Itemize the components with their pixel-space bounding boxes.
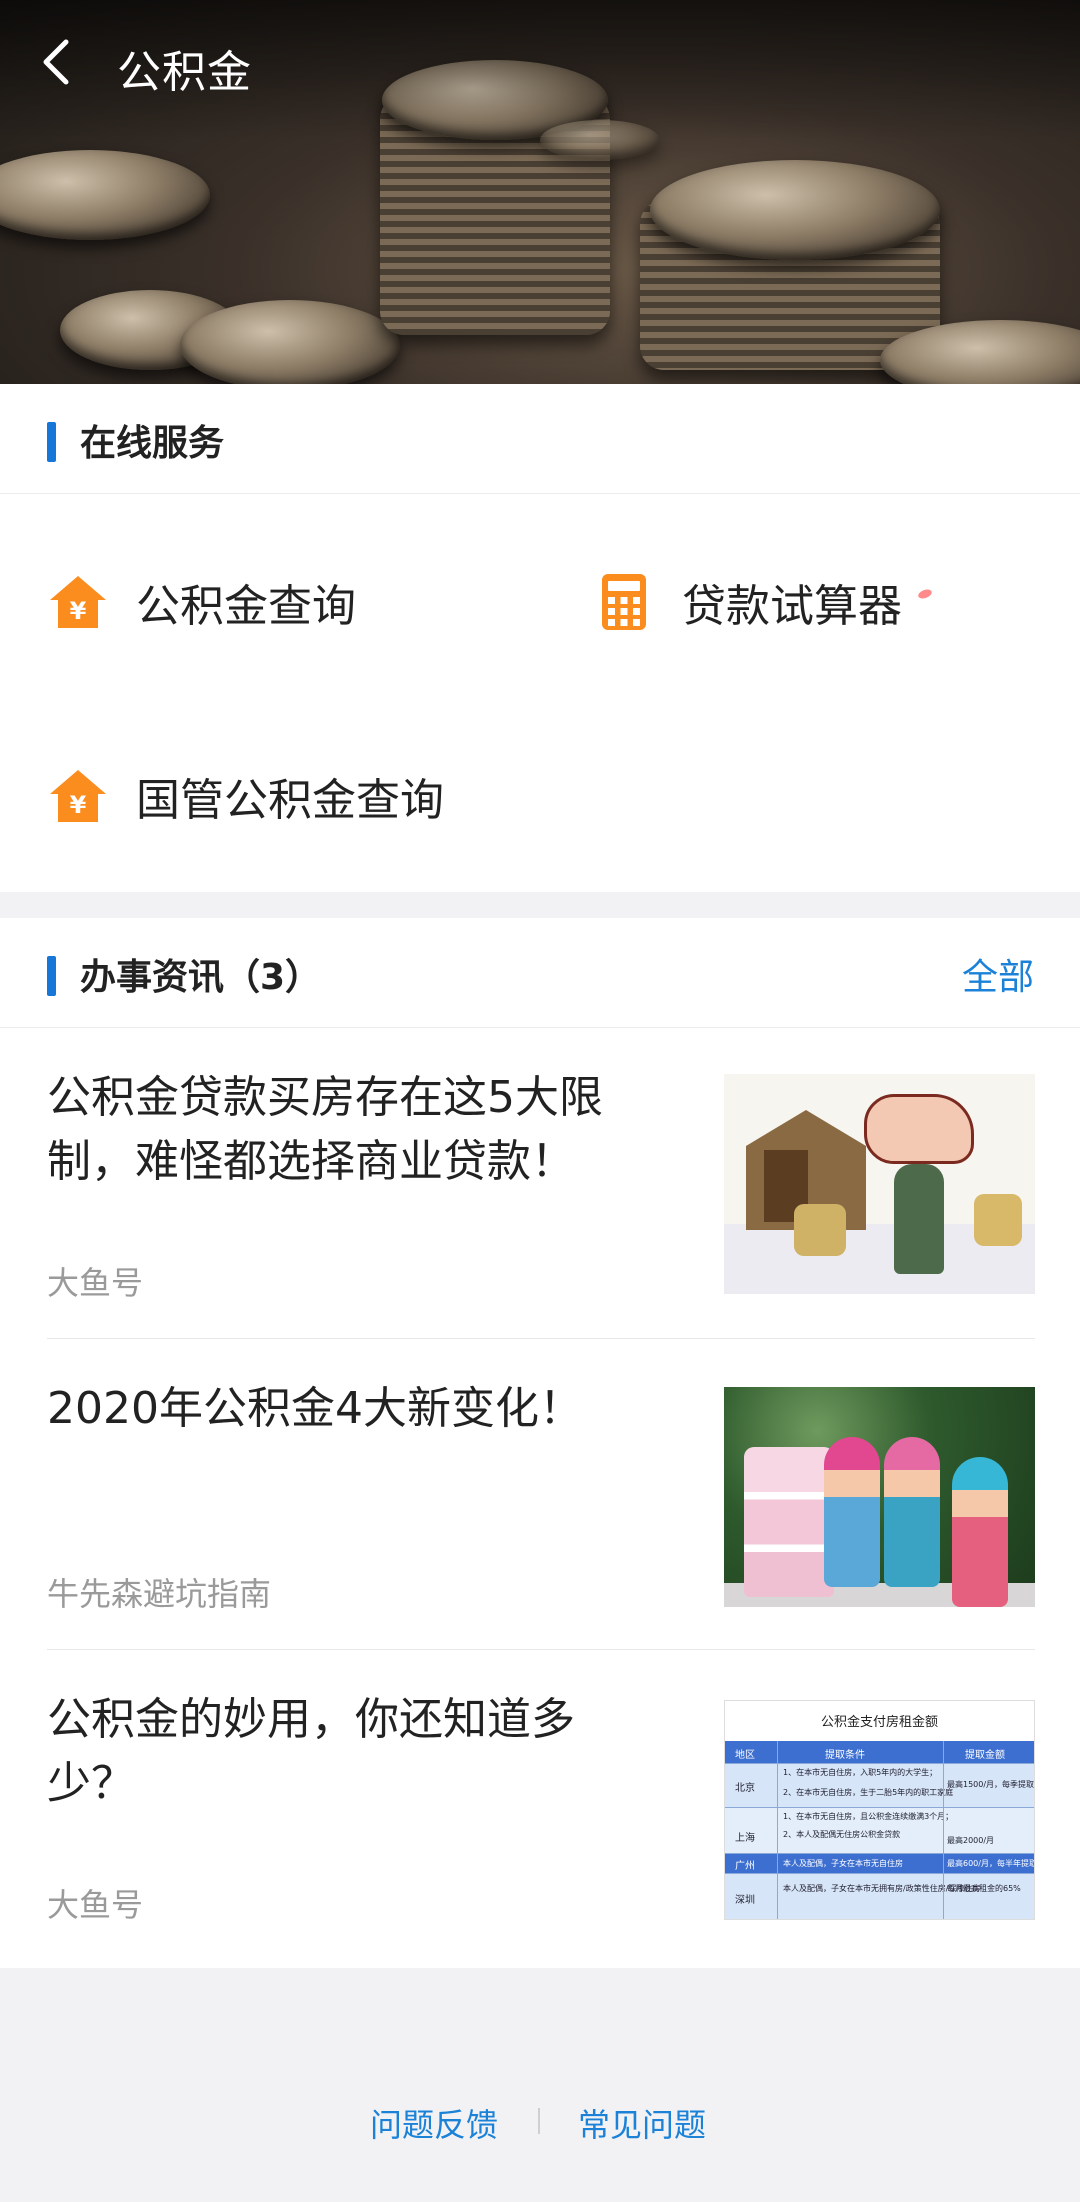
service-label: 国管公积金查询: [136, 775, 444, 826]
service-loan-calculator[interactable]: 贷款试算器: [594, 570, 902, 634]
section-header: 在线服务: [0, 384, 1080, 494]
news-source: 大鱼号: [47, 1886, 144, 1924]
thumb-cell: 1、在本市无自住房，且公积金连续缴满3个月；: [783, 1812, 954, 1821]
thumb-cell: 本人及配偶，子女在本市无自住房: [783, 1859, 903, 1868]
thumb-cell: 1、在本市无自住房，入职5年内的大学生；: [783, 1768, 938, 1777]
coin-image: [180, 300, 400, 384]
header-banner: 公积金: [0, 0, 1080, 384]
service-housing-fund-query[interactable]: ¥ 公积金查询: [48, 570, 356, 634]
thumb-cell: 每月最高租金的65%: [947, 1884, 1021, 1893]
thumb-cell: 北京: [735, 1783, 755, 1794]
news-thumbnail: [724, 1387, 1035, 1607]
news-thumbnail: [724, 1074, 1035, 1294]
section-title: 办事资讯（3）: [80, 957, 322, 998]
news-item[interactable]: 公积金贷款买房存在这5大限制，难怪都选择商业贷款！ 大鱼号: [0, 1028, 1080, 1338]
footer-divider: [538, 2108, 540, 2134]
news-source: 大鱼号: [47, 1264, 144, 1302]
news-title: 公积金贷款买房存在这5大限制，难怪都选择商业贷款！: [47, 1072, 603, 1187]
thumb-cell: 最高2000/月: [947, 1836, 995, 1845]
thumb-cell: 2、本人及配偶无住房公积金贷款: [783, 1830, 901, 1839]
svg-text:¥: ¥: [70, 791, 87, 819]
thumb-cell: 最高600/月，每半年提取: [947, 1859, 1035, 1868]
thumb-header: 提取条件: [825, 1750, 865, 1761]
news-item[interactable]: 2020年公积金4大新变化！ 牛先森避坑指南: [0, 1339, 1080, 1649]
faq-link[interactable]: 常见问题: [578, 2100, 706, 2146]
online-services-section: 在线服务 ¥ 公积金查询 贷款试算器 ¥ 国管公积金查询: [0, 384, 1080, 892]
back-button[interactable]: [36, 34, 80, 90]
thumb-cell: 2、在本市无自住房，生于二胎5年内的职工家庭: [783, 1788, 954, 1797]
calculator-icon: [602, 574, 646, 630]
thumb-cell: 深圳: [735, 1895, 755, 1906]
thumb-cell: 最高1500/月，每季提取: [947, 1780, 1035, 1789]
feedback-link[interactable]: 问题反馈: [370, 2100, 498, 2146]
news-section: 办事资讯（3） 全部 公积金贷款买房存在这5大限制，难怪都选择商业贷款！ 大鱼号…: [0, 918, 1080, 1968]
page-title: 公积金: [117, 47, 252, 98]
house-yen-icon: ¥: [50, 576, 106, 628]
service-label: 公积金查询: [136, 581, 356, 632]
house-yen-icon: ¥: [50, 770, 106, 822]
section-header: 办事资讯（3） 全部: [0, 918, 1080, 1028]
view-all-link[interactable]: 全部: [962, 948, 1034, 1000]
section-accent-bar: [47, 956, 56, 996]
thumb-caption: 公积金支付房租金额: [820, 1715, 938, 1730]
chevron-left-icon: [43, 39, 69, 85]
service-label: 贷款试算器: [682, 581, 902, 632]
coin-image: [650, 160, 940, 260]
section-accent-bar: [47, 422, 56, 462]
news-title: 2020年公积金4大新变化！: [47, 1383, 583, 1434]
thumb-header: 提取金额: [965, 1750, 1005, 1761]
coin-image: [0, 150, 210, 240]
news-item[interactable]: 公积金的妙用，你还知道多少？ 大鱼号 公积金支付房租金额 地区 提取条件 提取金…: [0, 1650, 1080, 1968]
service-national-fund-query[interactable]: ¥ 国管公积金查询: [48, 764, 444, 828]
news-title: 公积金的妙用，你还知道多少？: [47, 1694, 575, 1809]
news-source: 牛先森避坑指南: [47, 1575, 272, 1613]
thumb-header: 地区: [735, 1750, 755, 1761]
section-title: 在线服务: [80, 423, 225, 464]
svg-text:¥: ¥: [70, 597, 87, 625]
thumb-cell: 上海: [735, 1833, 755, 1844]
news-thumbnail-table: 公积金支付房租金额 地区 提取条件 提取金额 北京 1、在本市无自住房，入职5年…: [724, 1700, 1035, 1920]
thumb-cell: 广州: [735, 1861, 755, 1872]
